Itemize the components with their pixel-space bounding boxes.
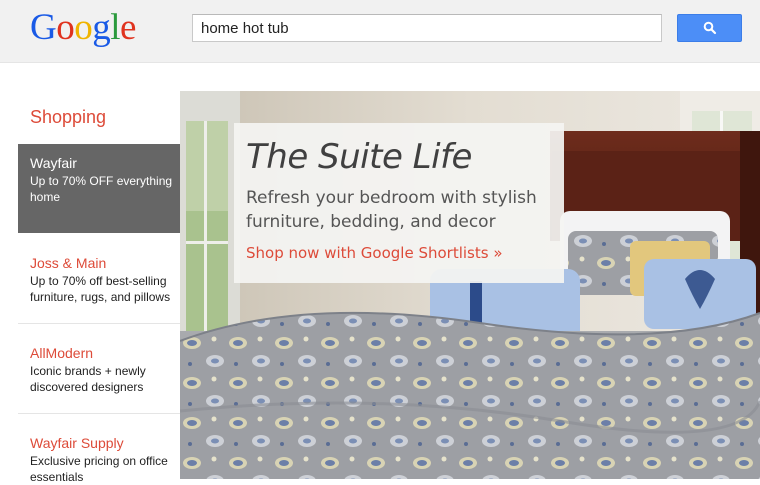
- logo-letter: o: [56, 7, 75, 48]
- sidebar-item-name: AllModern: [30, 345, 94, 361]
- sidebar-item-desc: Iconic brands + newly discovered designe…: [30, 364, 146, 394]
- sidebar-item-desc: Exclusive pricing on office essentials: [30, 454, 168, 484]
- promo-title: The Suite Life: [246, 137, 472, 177]
- search-icon: [703, 21, 716, 35]
- logo-letter: l: [110, 7, 121, 48]
- sidebar-item-desc: Up to 70% off best-selling furniture, ru…: [30, 274, 171, 304]
- logo-letter: o: [74, 7, 93, 48]
- sidebar-item-wayfair[interactable]: Wayfair Up to 70% OFF everything home: [18, 144, 197, 233]
- logo-letter: G: [30, 7, 57, 48]
- sidebar-item-joss-main[interactable]: Joss & Main Up to 70% off best-selling f…: [18, 244, 197, 324]
- sidebar-item-name: Joss & Main: [30, 255, 107, 271]
- hero-banner[interactable]: The Suite Life Refresh your bedroom with…: [180, 91, 760, 479]
- sidebar-item-desc: Up to 70% OFF everything home: [30, 174, 173, 204]
- logo-letter: e: [120, 7, 136, 48]
- sidebar-item-name: Wayfair: [30, 155, 77, 171]
- shopping-sidebar: Shopping Wayfair Up to 70% OFF everythin…: [0, 63, 197, 484]
- shop-now-link[interactable]: Shop now with Google Shortlists »: [246, 244, 552, 262]
- sidebar-title: Shopping: [30, 107, 107, 127]
- google-logo[interactable]: Google: [30, 6, 136, 50]
- search-input[interactable]: [192, 14, 662, 42]
- sidebar-item-allmodern[interactable]: AllModern Iconic brands + newly discover…: [18, 334, 197, 414]
- sidebar-item-wayfair-supply[interactable]: Wayfair Supply Exclusive pricing on offi…: [18, 424, 197, 484]
- logo-letter: g: [92, 7, 111, 48]
- header-bar: Google: [0, 0, 760, 63]
- sidebar-item-name: Wayfair Supply: [30, 435, 124, 451]
- search-button[interactable]: [677, 14, 742, 42]
- promo-subtitle: Refresh your bedroom with stylish furnit…: [246, 188, 537, 232]
- promo-card[interactable]: The Suite Life Refresh your bedroom with…: [234, 123, 564, 283]
